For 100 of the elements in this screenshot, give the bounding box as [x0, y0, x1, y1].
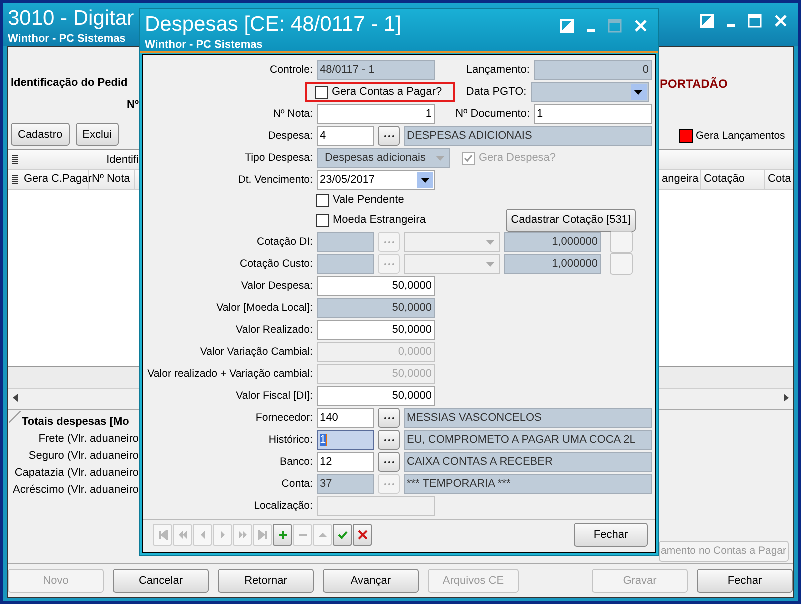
- ellipsis-icon: [384, 240, 394, 244]
- grip-icon: [12, 174, 18, 184]
- toolbar-button[interactable]: Exclui: [76, 123, 119, 146]
- blank-button[interactable]: [610, 253, 633, 275]
- section-heading: Identificação do Pedid: [11, 77, 129, 89]
- double-left-arrow-icon: [178, 530, 188, 540]
- toolbar-button[interactable]: Cadastro: [11, 123, 70, 146]
- field-label: Lançamento:: [465, 64, 530, 76]
- checkbox[interactable]: [316, 214, 329, 226]
- ellipsis-icon: [384, 134, 394, 138]
- scroll-left-icon[interactable]: [13, 394, 18, 402]
- column-header[interactable]: Cotação: [701, 170, 765, 189]
- field-label: Valor Variação Cambial:: [199, 346, 313, 358]
- checkbox-label: Gera Despesa?: [479, 152, 556, 164]
- ellipsis-icon: [384, 262, 394, 266]
- field-label: Cotação Custo:: [238, 258, 313, 270]
- footer-button[interactable]: Retornar: [218, 568, 314, 592]
- field-label: Nº Nota:: [272, 108, 313, 120]
- totals-label: Acréscimo (Vlr. aduaneiro: [13, 483, 139, 498]
- field-label: Dt. Vencimento:: [237, 174, 313, 186]
- grip-icon: [12, 154, 18, 164]
- field-label: Valor realizado + Variação cambial:: [146, 368, 313, 380]
- cotacao-field[interactable]: 1,000000: [504, 254, 601, 274]
- lancamento-field[interactable]: 0: [534, 60, 652, 80]
- totals-label: Frete (Vlr. aduaneiro: [38, 432, 139, 447]
- checkbox-label: Gera Contas a Pagar?: [332, 86, 442, 98]
- value-field[interactable]: 50,0000: [317, 276, 435, 296]
- tab-corner-icon: [9, 411, 21, 423]
- dialog-title: Despesas [CE: 48/0117 - 1]: [145, 12, 402, 38]
- controle-field[interactable]: 48/0117 - 1: [317, 60, 435, 80]
- date-dropdown[interactable]: 23/05/2017: [317, 170, 435, 190]
- field-label: Nº Documento:: [454, 108, 530, 120]
- footer-button[interactable]: Fechar: [697, 568, 793, 592]
- field-label: Valor Fiscal [DI]:: [235, 390, 313, 402]
- code-field[interactable]: 1: [317, 430, 374, 450]
- field-label: Banco:: [279, 456, 313, 468]
- check-icon: [338, 530, 348, 540]
- field-label: Tipo Despesa:: [244, 152, 313, 164]
- column-header[interactable]: Cota: [765, 170, 793, 189]
- checkbox-label: Vale Pendente: [333, 194, 404, 206]
- code-field[interactable]: 37: [317, 474, 374, 494]
- double-right-arrow-icon: [238, 530, 248, 540]
- description-field[interactable]: EU, COMPROMETO A PAGAR UMA COCA 2L: [404, 430, 652, 450]
- status-text: PORTADÃO: [660, 77, 728, 93]
- value-field[interactable]: 50,0000: [317, 386, 435, 406]
- ellipsis-icon: [384, 482, 394, 486]
- snap-icon[interactable]: [700, 14, 714, 28]
- dialog-subtitle: Winthor - PC Sistemas: [145, 38, 264, 52]
- close-icon[interactable]: [774, 14, 788, 28]
- close-icon: [358, 530, 368, 540]
- lookup-button[interactable]: [378, 126, 400, 146]
- value-field[interactable]: 50,0000: [317, 298, 435, 318]
- checkbox[interactable]: [315, 86, 328, 98]
- despesa-name-field[interactable]: DESPESAS ADICIONAIS: [404, 126, 652, 146]
- close-button[interactable]: Fechar: [574, 523, 648, 547]
- field-label: Valor [Moeda Local]:: [216, 302, 313, 314]
- checkbox[interactable]: [316, 194, 329, 206]
- lookup-button[interactable]: [378, 408, 400, 428]
- field-label: Despesa:: [267, 130, 313, 142]
- lookup-button[interactable]: [378, 430, 400, 450]
- value-field[interactable]: 50,0000: [317, 320, 435, 340]
- confirm-button[interactable]: [333, 524, 352, 546]
- add-button[interactable]: [273, 524, 292, 546]
- field-label: Data PGTO:: [465, 86, 527, 98]
- code-field[interactable]: 12: [317, 452, 374, 472]
- field-label: Valor Despesa:: [240, 280, 313, 292]
- footer-button[interactable]: Cancelar: [113, 568, 209, 592]
- scroll-right-icon[interactable]: [784, 394, 789, 402]
- cadastrar-cotacao-button[interactable]: Cadastrar Cotação [531]: [506, 208, 636, 232]
- description-field[interactable]: CAIXA CONTAS A RECEBER: [404, 452, 652, 472]
- snap-icon[interactable]: [560, 19, 574, 33]
- tipo-dropdown[interactable]: Despesas adicionais: [317, 148, 450, 168]
- cotacao-code-field[interactable]: [317, 232, 374, 252]
- close-icon[interactable]: [634, 19, 648, 33]
- blank-button[interactable]: [610, 231, 633, 253]
- footer-button[interactable]: Avançar: [323, 568, 419, 592]
- cancel-button[interactable]: [353, 524, 372, 546]
- code-field[interactable]: 140: [317, 408, 374, 428]
- despesa-code-field[interactable]: 4: [317, 126, 374, 146]
- ellipsis-icon: [384, 438, 394, 442]
- description-field[interactable]: *** TEMPORARIA ***: [404, 474, 652, 494]
- field-label: Localização:: [253, 500, 313, 512]
- skip-first-icon: [158, 530, 168, 540]
- totals-label: Seguro (Vlr. aduaneiro: [28, 449, 139, 464]
- field-label: Histórico:: [268, 434, 313, 446]
- window-subtitle: Winthor - PC Sistemas: [8, 32, 127, 46]
- totals-label: Capatazia (Vlr. aduaneiro: [14, 466, 139, 481]
- ellipsis-icon: [384, 416, 394, 420]
- field-label: Controle:: [269, 64, 313, 76]
- ellipsis-icon: [384, 460, 394, 464]
- column-group-header: Identifi: [106, 154, 139, 166]
- field-label: Valor Realizado:: [235, 324, 313, 336]
- cotacao-code-field[interactable]: [317, 254, 374, 274]
- description-field[interactable]: MESSIAS VASCONCELOS: [404, 408, 652, 428]
- documento-field[interactable]: 1: [534, 104, 652, 124]
- skip-last-icon: [258, 530, 268, 540]
- cotacao-field[interactable]: 1,000000: [504, 232, 601, 252]
- lookup-button[interactable]: [378, 452, 400, 472]
- nota-field[interactable]: 1: [317, 104, 435, 124]
- field-label: Fornecedor:: [254, 412, 313, 424]
